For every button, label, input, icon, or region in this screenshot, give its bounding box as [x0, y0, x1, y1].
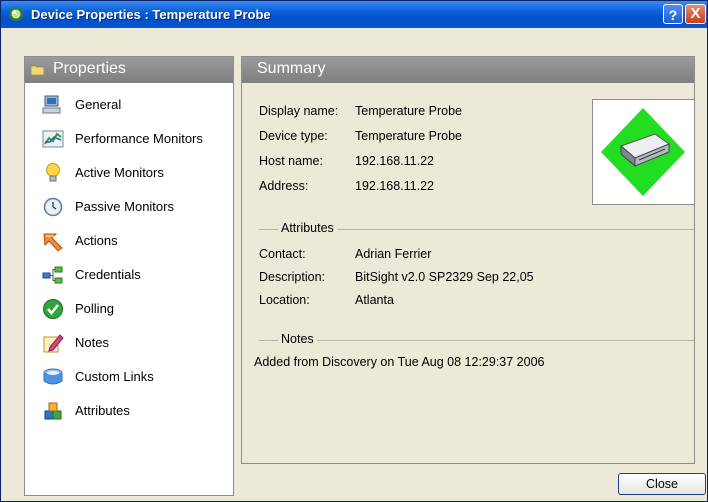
nav-label-credentials: Credentials	[75, 267, 141, 282]
arrow-icon	[43, 233, 63, 252]
checkmark-icon	[43, 299, 63, 319]
description-value: BitSight v2.0 SP2329 Sep 22,05	[355, 270, 534, 284]
location-label: Location:	[259, 293, 310, 307]
title-bar[interactable]: Device Properties : Temperature Probe ? …	[1, 1, 707, 28]
nav-label-general: General	[75, 97, 122, 112]
summary-title: Summary	[257, 60, 326, 77]
lightbulb-icon	[46, 163, 60, 182]
nav-label-active-monitors: Active Monitors	[75, 165, 164, 180]
properties-header: Properties	[25, 57, 233, 83]
contact-label: Contact:	[259, 247, 306, 261]
nav-item-notes[interactable]: Notes	[25, 328, 233, 361]
nav-item-credentials[interactable]: Credentials	[25, 260, 233, 293]
nav-label-performance-monitors: Performance Monitors	[75, 131, 203, 146]
nav-label-polling: Polling	[75, 301, 115, 316]
notes-divider	[259, 340, 694, 341]
nav-item-polling[interactable]: Polling	[25, 294, 233, 327]
help-button[interactable]: ?	[663, 4, 683, 24]
device-image	[592, 99, 695, 205]
properties-panel: Properties General Performance Monitors	[24, 56, 234, 496]
link-icon	[43, 368, 63, 385]
device-type-value: Temperature Probe	[355, 129, 463, 143]
properties-title: Properties	[53, 60, 126, 77]
location-value: Atlanta	[355, 293, 394, 307]
notes-section-title: Notes	[278, 332, 317, 346]
host-name-value: 192.168.11.22	[355, 154, 435, 168]
host-name-label: Host name:	[259, 154, 323, 168]
nav-label-actions: Actions	[75, 233, 118, 248]
notes-text: Added from Discovery on Tue Aug 08 12:29…	[254, 355, 545, 369]
network-icon	[42, 266, 63, 284]
window-close-button[interactable]: X	[685, 4, 706, 24]
nav-label-custom-links: Custom Links	[75, 369, 154, 384]
device-properties-window: Device Properties : Temperature Probe ? …	[0, 0, 708, 502]
nav-item-attributes[interactable]: Attributes	[25, 396, 233, 429]
attributes-section-title: Attributes	[278, 221, 337, 235]
pencil-icon	[43, 334, 64, 353]
contact-value: Adrian Ferrier	[355, 247, 432, 261]
nav-item-actions[interactable]: Actions	[25, 226, 233, 259]
window-title: Device Properties : Temperature Probe	[31, 7, 271, 22]
device-type-label: Device type:	[259, 129, 328, 143]
display-name-label: Display name:	[259, 104, 339, 118]
nav-item-passive-monitors[interactable]: Passive Monitors	[25, 192, 233, 225]
description-label: Description:	[259, 270, 325, 284]
folder-icon	[31, 65, 44, 75]
summary-header: Summary	[242, 57, 694, 83]
nav-item-active-monitors[interactable]: Active Monitors	[25, 158, 233, 191]
nav-label-attributes: Attributes	[75, 403, 130, 418]
device-diamond-icon	[601, 108, 685, 196]
nav-label-notes: Notes	[75, 335, 109, 350]
address-label: Address:	[259, 179, 309, 193]
app-icon	[9, 7, 23, 21]
computer-icon	[42, 95, 61, 114]
blocks-icon	[44, 402, 62, 420]
nav-label-passive-monitors: Passive Monitors	[75, 199, 174, 214]
nav-item-performance-monitors[interactable]: Performance Monitors	[25, 124, 233, 157]
chart-icon	[42, 130, 64, 148]
address-value: 192.168.11.22	[355, 179, 435, 193]
display-name-value: Temperature Probe	[355, 104, 463, 118]
nav-item-general[interactable]: General	[25, 90, 233, 123]
close-button[interactable]: Close	[618, 473, 706, 495]
clock-icon	[43, 197, 63, 217]
nav-item-custom-links[interactable]: Custom Links	[25, 362, 233, 395]
summary-panel: Summary Display name: Temperature Probe …	[241, 56, 695, 464]
